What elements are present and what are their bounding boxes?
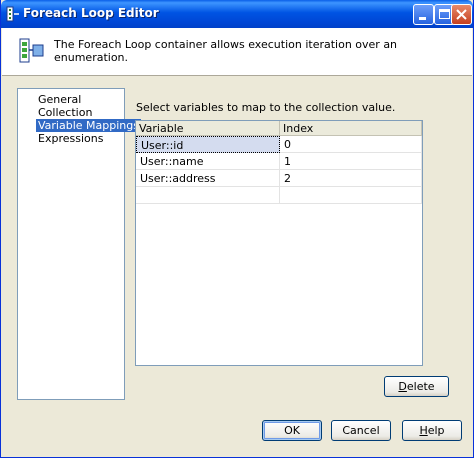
- delete-label-suffix: elete: [406, 380, 435, 393]
- header-banner: The Foreach Loop container allows execut…: [2, 28, 472, 76]
- index-cell[interactable]: 2: [280, 170, 422, 187]
- variable-cell[interactable]: User::address: [136, 170, 280, 187]
- new-row-index-cell[interactable]: [280, 187, 422, 204]
- minimize-button[interactable]: [413, 4, 434, 25]
- page-navigation-list[interactable]: General Collection Variable Mappings Exp…: [17, 88, 141, 400]
- close-button[interactable]: [451, 4, 472, 25]
- foreach-loop-editor-dialog: Foreach Loop Editor The Foreach Loop con…: [0, 0, 474, 458]
- new-row-variable-cell[interactable]: [136, 187, 280, 204]
- delete-button[interactable]: Delete: [384, 376, 449, 397]
- column-header-index[interactable]: Index: [280, 121, 422, 136]
- variable-cell[interactable]: User::name: [136, 153, 280, 170]
- nav-item-variable-mappings[interactable]: Variable Mappings: [36, 119, 141, 132]
- foreach-loop-icon: [6, 6, 19, 22]
- nav-item-expressions[interactable]: Expressions: [36, 132, 105, 145]
- column-header-variable[interactable]: Variable: [136, 121, 280, 136]
- ok-button[interactable]: OK: [262, 420, 322, 441]
- delete-accelerator: D: [398, 380, 407, 393]
- nav-item-collection[interactable]: Collection: [36, 106, 94, 119]
- help-label-suffix: elp: [427, 424, 445, 437]
- variable-mappings-grid[interactable]: Variable Index User::id 0 User::name 1 U…: [135, 120, 423, 366]
- window-title: Foreach Loop Editor: [23, 6, 159, 20]
- help-accelerator: H: [419, 424, 428, 437]
- index-cell[interactable]: 0: [280, 136, 422, 153]
- variable-cell[interactable]: User::id: [136, 136, 280, 153]
- index-cell[interactable]: 1: [280, 153, 422, 170]
- help-button[interactable]: Help: [402, 420, 462, 441]
- minimize-icon: [419, 17, 426, 20]
- foreach-loop-container-icon: [19, 38, 44, 63]
- nav-item-general[interactable]: General: [36, 93, 83, 106]
- title-bar[interactable]: Foreach Loop Editor: [1, 0, 473, 28]
- header-description: The Foreach Loop container allows execut…: [54, 38, 398, 64]
- cancel-button[interactable]: Cancel: [331, 420, 391, 441]
- mapping-prompt: Select variables to map to the collectio…: [136, 101, 396, 114]
- close-icon: [456, 9, 467, 20]
